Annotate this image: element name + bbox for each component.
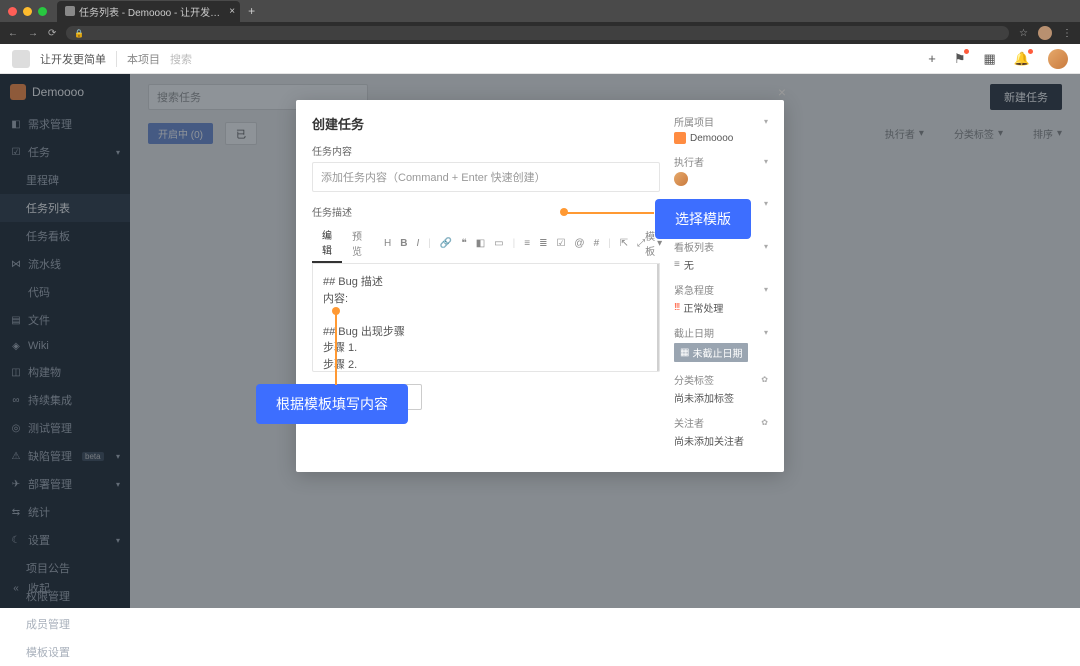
chevron-down-icon[interactable]: ▾ [764,285,768,294]
value-assignee[interactable] [674,172,768,186]
modal-title: 创建任务 [312,114,660,133]
label-board: 看板列表 [674,239,714,254]
topbar-search[interactable]: 搜索 [170,51,192,67]
nav-back-icon[interactable]: ← [8,28,18,39]
label-project: 所属项目 [674,114,714,129]
lock-icon: 🔒 [74,29,84,38]
editor-tab-preview[interactable]: 预览 [342,224,372,262]
divider [116,51,117,67]
chevron-down-icon[interactable]: ▾ [764,242,768,251]
sidebar-item-18[interactable]: 成员管理 [0,610,130,638]
label-assignee: 执行者 [674,154,704,169]
code-icon[interactable]: ◧ [476,238,485,249]
browser-menu-icon[interactable]: ⋮ [1062,28,1072,39]
callout-select-template: 选择模版 [655,199,751,239]
task-title-input[interactable]: 添加任务内容（Command + Enter 快速创建） [312,162,660,192]
value-deadline[interactable]: ▦未截止日期 [674,343,768,362]
callout-connector [564,212,654,214]
chevron-down-icon[interactable]: ▾ [764,157,768,166]
topbar: 让开发更简单 本项目 搜索 + ⚑ ▦ 🔔 [0,44,1080,74]
app-logo-icon[interactable] [12,50,30,68]
url-bar[interactable]: 🔒 [66,26,1009,40]
description-editor[interactable]: ## Bug 描述内容: ## Bug 出现步骤步骤 1.步骤 2.步骤 3. [312,264,660,372]
app-brand: 让开发更简单 [40,51,106,67]
italic-icon[interactable]: I [416,238,419,249]
link-icon[interactable]: 🔗 [440,238,452,249]
value-board[interactable]: ≡ 无 [674,257,768,272]
label-tags: 分类标签 [674,372,714,387]
chevron-down-icon[interactable]: ▾ [764,328,768,337]
flag-icon[interactable]: ⚑ [954,51,966,67]
sidebar-item-19[interactable]: 模板设置 [0,638,130,666]
nav-reload-icon[interactable]: ⟳ [48,28,56,39]
separator: | [513,238,516,249]
sidebar-label: 成员管理 [26,616,70,632]
editor-tab-edit[interactable]: 编辑 [312,223,342,263]
modal-close-icon[interactable]: × [778,84,786,100]
browser-tab[interactable]: 任务列表 - Demoooo - 让开发… × [57,1,240,22]
project-scope-label[interactable]: 本项目 [127,51,160,67]
callout-dot [560,208,568,216]
grid-icon[interactable]: ▦ [984,51,996,67]
nav-forward-icon[interactable]: → [28,28,38,39]
value-followers[interactable]: 尚未添加关注者 [674,433,768,448]
user-avatar-icon[interactable] [1048,49,1068,69]
hash-icon[interactable]: # [594,238,600,249]
sidebar-label: 模板设置 [26,644,70,660]
priority-icon: !!! [674,302,679,313]
separator: | [428,238,431,249]
chevron-down-icon[interactable]: ▾ [764,199,768,208]
callout-fill-template: 根据模板填写内容 [256,384,408,424]
callout-dot [332,307,340,315]
window-max[interactable] [38,7,47,16]
value-tags[interactable]: 尚未添加标签 [674,390,768,405]
tab-title: 任务列表 - Demoooo - 让开发… [79,4,220,19]
expand-icon[interactable]: ⤢ [637,238,645,249]
image-icon[interactable]: ▭ [494,238,503,249]
bell-icon[interactable]: 🔔 [1014,51,1030,67]
profile-avatar-icon[interactable] [1038,26,1052,40]
task-content-label: 任务内容 [312,143,660,158]
olist-icon[interactable]: ≣ [539,238,547,249]
tab-close-icon[interactable]: × [229,6,235,17]
label-deadline: 截止日期 [674,325,714,340]
value-priority[interactable]: !!! 正常处理 [674,300,768,315]
ulist-icon[interactable]: ≡ [524,238,530,249]
mention-icon[interactable]: @ [574,238,584,249]
value-project[interactable]: Demoooo [674,132,768,144]
quote-icon[interactable]: ❝ [461,238,466,249]
callout-connector [335,311,337,385]
window-close[interactable] [8,7,17,16]
tab-add-icon[interactable]: + [248,4,255,18]
window-min[interactable] [23,7,32,16]
bookmark-icon[interactable]: ☆ [1019,28,1028,39]
favicon-icon [65,6,75,16]
checklist-icon[interactable]: ☑ [556,238,565,249]
add-icon[interactable]: + [928,51,936,66]
calendar-icon: ▦ [680,347,689,358]
assignee-avatar-icon [674,172,688,186]
add-follower-icon[interactable]: ✿ [761,418,768,427]
chevron-down-icon[interactable]: ▾ [764,117,768,126]
bold-icon[interactable]: B [400,238,407,249]
heading-icon[interactable]: H [384,238,391,249]
chevron-down-icon: ▾ [657,238,662,249]
gear-icon[interactable]: ✿ [761,375,768,384]
attach-icon[interactable]: ⇱ [620,238,628,249]
label-followers: 关注者 [674,415,704,430]
separator: | [608,238,611,249]
project-color-icon [674,132,686,144]
label-priority: 紧急程度 [674,282,714,297]
